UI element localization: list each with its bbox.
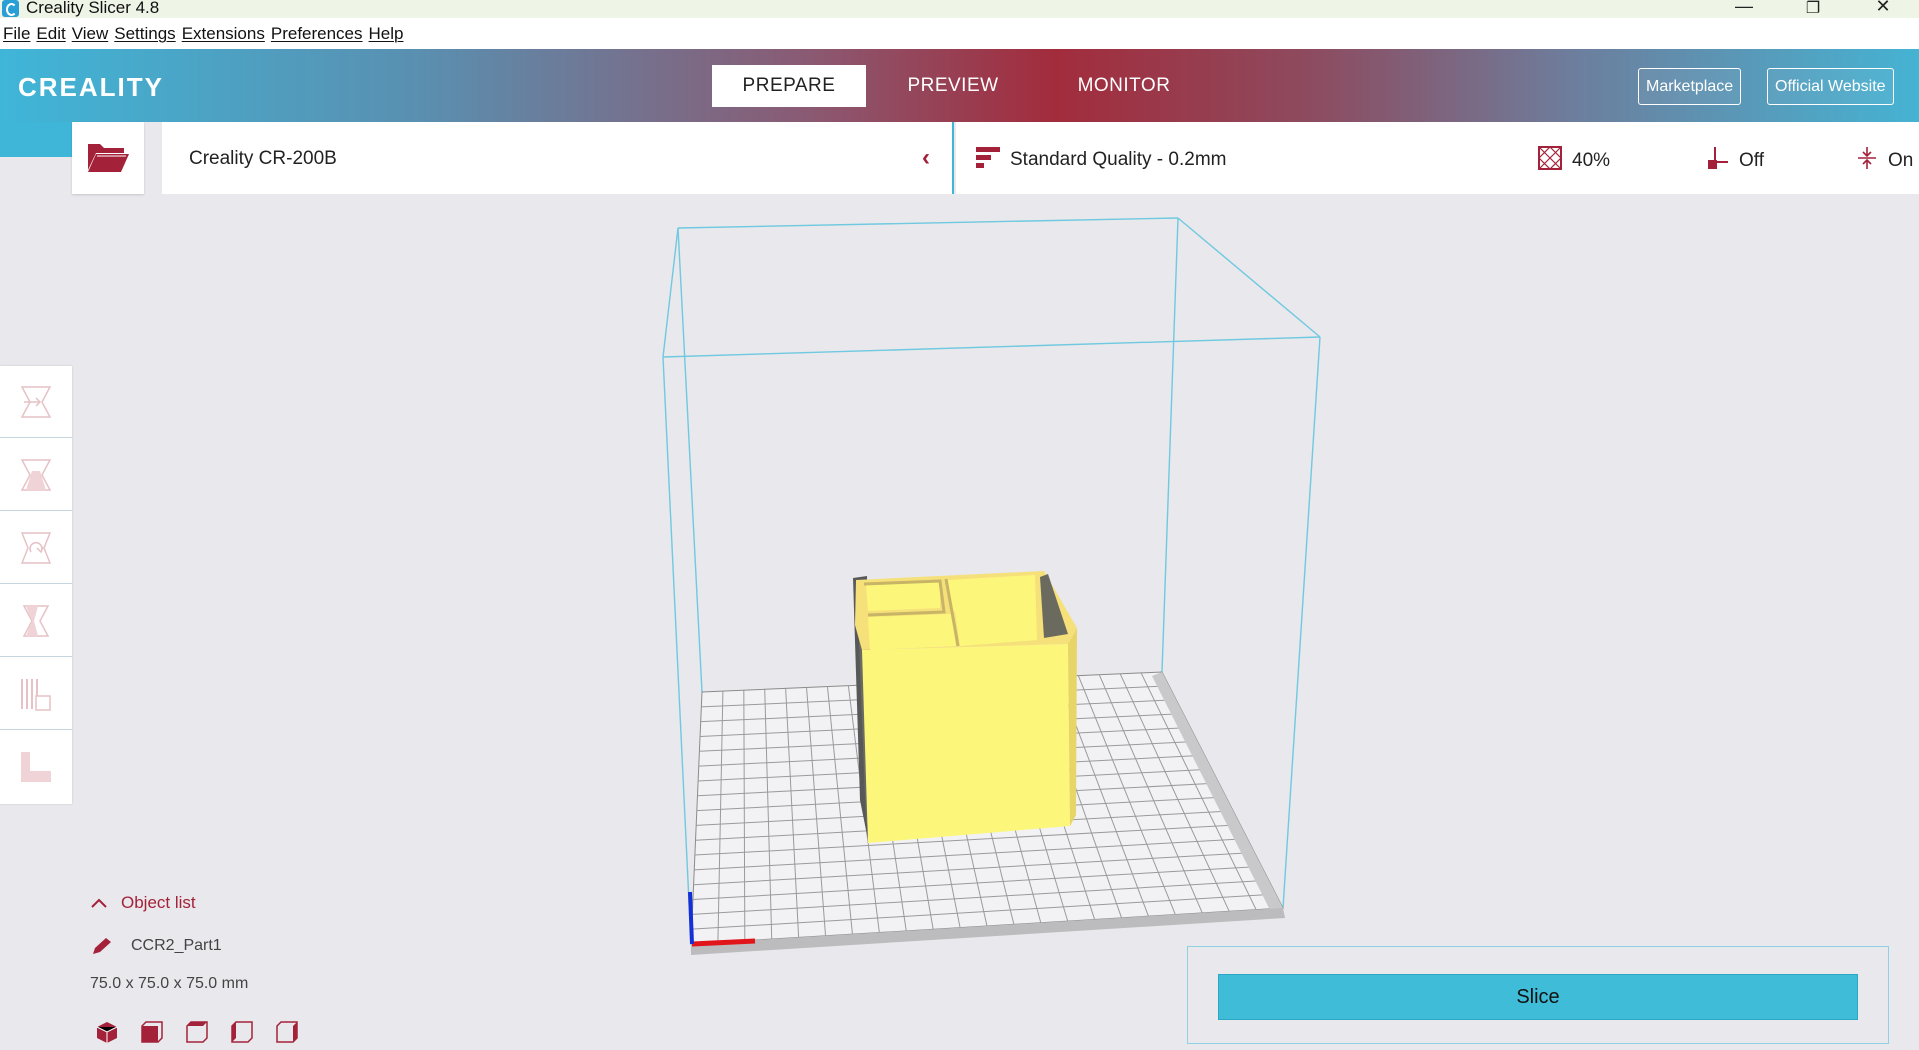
mirror-tool[interactable] xyxy=(0,585,72,657)
menu-file[interactable]: File xyxy=(3,24,30,44)
app-icon xyxy=(2,0,19,17)
tab-preview[interactable]: PREVIEW xyxy=(880,65,1026,107)
infill-icon xyxy=(1538,146,1562,176)
mirror-icon xyxy=(22,605,50,637)
support-blocker-icon xyxy=(21,752,51,782)
adhesion-icon xyxy=(1856,146,1878,176)
quality-label: Standard Quality - 0.2mm xyxy=(1010,149,1227,170)
rotate-tool[interactable] xyxy=(0,512,72,584)
rotate-icon xyxy=(20,532,52,564)
printer-selector[interactable]: Creality CR-200B ‹ xyxy=(162,122,954,194)
menu-preferences[interactable]: Preferences xyxy=(271,24,363,44)
infill-setting[interactable]: 40% xyxy=(1538,146,1610,176)
quality-setting[interactable]: Standard Quality - 0.2mm xyxy=(976,146,1226,174)
restore-button[interactable]: ❐ xyxy=(1793,0,1833,18)
app-header: CREALITY PREPARE PREVIEW MONITOR Marketp… xyxy=(0,49,1919,122)
menu-bar: File Edit View Settings Extensions Prefe… xyxy=(0,18,1919,49)
infill-value: 40% xyxy=(1572,150,1611,171)
view-orientation-bar xyxy=(95,1020,320,1044)
object-list-item[interactable]: CCR2_Part1 xyxy=(91,936,222,956)
left-view-icon[interactable] xyxy=(230,1020,254,1044)
pencil-icon[interactable] xyxy=(91,936,113,956)
per-model-settings-tool[interactable] xyxy=(0,658,72,730)
move-tool[interactable] xyxy=(0,366,72,438)
top-view-icon[interactable] xyxy=(185,1020,209,1044)
support-setting[interactable]: Off xyxy=(1707,146,1764,176)
close-button[interactable]: ✕ xyxy=(1863,0,1903,17)
object-dimensions: 75.0 x 75.0 x 75.0 mm xyxy=(90,975,249,992)
menu-edit[interactable]: Edit xyxy=(36,24,65,44)
chevron-left-icon[interactable]: ‹ xyxy=(922,144,930,172)
official-website-button[interactable]: Official Website xyxy=(1767,68,1894,105)
3d-view-icon[interactable] xyxy=(95,1020,119,1044)
slice-panel: Slice xyxy=(1187,946,1889,1044)
per-model-settings-icon xyxy=(21,679,51,711)
support-blocker-tool[interactable] xyxy=(0,731,72,803)
title-bar: Creality Slicer 4.8 — ❐ ✕ xyxy=(0,0,1919,18)
menu-help[interactable]: Help xyxy=(369,24,404,44)
object-list-label: Object list xyxy=(121,893,196,912)
menu-settings[interactable]: Settings xyxy=(114,24,175,44)
support-icon xyxy=(1707,146,1729,176)
slice-button[interactable]: Slice xyxy=(1218,974,1858,1020)
open-file-button[interactable] xyxy=(72,122,144,194)
adhesion-setting[interactable]: On xyxy=(1856,146,1913,176)
quality-bars-icon xyxy=(976,146,1000,174)
left-tool-panel xyxy=(0,366,72,804)
marketplace-button[interactable]: Marketplace xyxy=(1638,68,1742,105)
printer-name: Creality CR-200B xyxy=(189,148,337,169)
header-accent xyxy=(0,122,72,157)
chevron-up-icon xyxy=(91,898,107,908)
right-view-icon[interactable] xyxy=(275,1020,299,1044)
creality-logo: CREALITY xyxy=(18,72,164,102)
object-list-toggle[interactable]: Object list xyxy=(91,893,196,913)
support-value: Off xyxy=(1739,150,1764,171)
move-icon xyxy=(20,386,52,418)
window-title: Creality Slicer 4.8 xyxy=(26,0,160,17)
print-settings-bar[interactable]: Standard Quality - 0.2mm 40% Off On xyxy=(956,122,1919,194)
scale-tool[interactable] xyxy=(0,439,72,511)
front-view-icon[interactable] xyxy=(140,1020,164,1044)
object-name: CCR2_Part1 xyxy=(131,937,222,954)
tab-monitor[interactable]: MONITOR xyxy=(1048,65,1200,107)
adhesion-value: On xyxy=(1888,150,1914,171)
3d-viewport[interactable] xyxy=(0,194,1919,1050)
menu-extensions[interactable]: Extensions xyxy=(182,24,265,44)
minimize-button[interactable]: — xyxy=(1724,0,1764,17)
folder-open-icon xyxy=(88,144,129,172)
tab-prepare[interactable]: PREPARE xyxy=(712,65,866,107)
menu-view[interactable]: View xyxy=(72,24,109,44)
scale-icon xyxy=(20,459,52,491)
3d-model[interactable] xyxy=(853,571,1077,843)
